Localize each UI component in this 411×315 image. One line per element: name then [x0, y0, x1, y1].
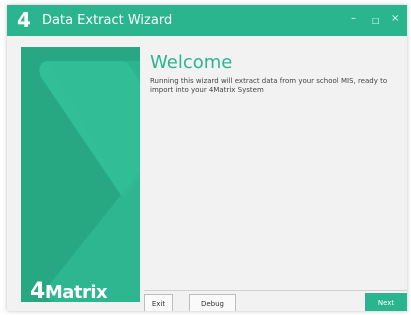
minimize-icon[interactable]: –: [351, 12, 356, 26]
exit-button[interactable]: Exit: [144, 294, 173, 311]
brand-name: Matrix: [44, 282, 108, 303]
wizard-window: 4 Data Extract Wizard – □ × 4Matrix Welc…: [7, 5, 407, 311]
page-title: Welcome: [150, 52, 233, 73]
brand-logo: 4Matrix: [30, 279, 108, 304]
footer-divider: [144, 290, 407, 291]
sidebar-panel: [21, 47, 140, 302]
title-bar: 4 Data Extract Wizard – □ ×: [7, 5, 407, 36]
brand-number: 4: [30, 279, 45, 304]
close-icon[interactable]: ×: [391, 12, 399, 26]
welcome-description: Running this wizard will extract data fr…: [150, 77, 388, 94]
window-title: Data Extract Wizard: [42, 13, 173, 28]
sidebar-decoration-icon: [21, 47, 140, 302]
debug-button[interactable]: Debug: [189, 294, 236, 311]
maximize-icon[interactable]: □: [372, 14, 380, 28]
app-logo-icon: 4: [17, 8, 31, 32]
next-button[interactable]: Next: [365, 293, 407, 311]
